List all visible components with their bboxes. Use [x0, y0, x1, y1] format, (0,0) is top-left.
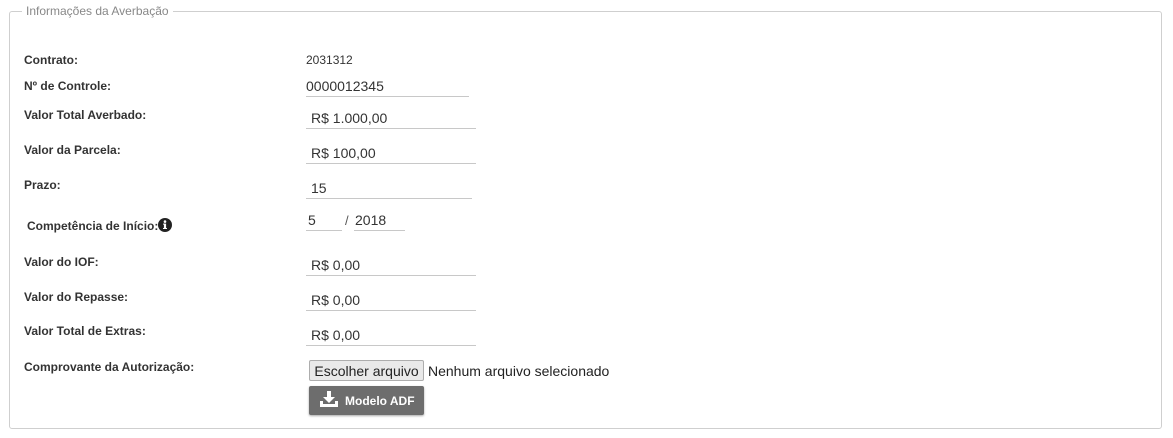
valor-iof-label: Valor do IOF: [24, 255, 99, 269]
valor-total-averbado-label: Valor Total Averbado: [24, 108, 147, 122]
contrato-value: 2031312 [306, 53, 353, 67]
prazo-input[interactable] [306, 180, 472, 199]
modelo-adf-button[interactable]: Modelo ADF [309, 386, 424, 415]
info-icon[interactable] [158, 218, 172, 232]
comprovante-label: Comprovante da Autorização: [24, 360, 195, 374]
controle-input[interactable] [306, 78, 469, 97]
valor-extras-label: Valor Total de Extras: [24, 324, 146, 338]
prazo-label: Prazo: [24, 178, 61, 192]
section-legend: Informações da Averbação [22, 4, 173, 18]
file-status-text: Nenhum arquivo selecionado [428, 363, 610, 379]
valor-repasse-input[interactable] [306, 292, 476, 311]
download-icon [319, 391, 339, 412]
modelo-adf-label: Modelo ADF [345, 394, 415, 408]
competencia-month-input[interactable] [306, 212, 342, 231]
valor-parcela-input[interactable] [306, 145, 476, 164]
valor-extras-input[interactable] [306, 327, 476, 346]
competencia-label: Competência de Início: [27, 219, 159, 233]
competencia-separator: / [345, 213, 349, 228]
competencia-year-input[interactable] [354, 212, 405, 231]
contrato-label: Contrato: [24, 53, 78, 67]
valor-parcela-label: Valor da Parcela: [24, 143, 121, 157]
valor-total-averbado-input[interactable] [306, 110, 476, 129]
controle-label: Nº de Controle: [24, 79, 112, 93]
choose-file-button[interactable]: Escolher arquivo [309, 360, 424, 381]
valor-iof-input[interactable] [306, 257, 476, 276]
valor-repasse-label: Valor do Repasse: [24, 290, 129, 304]
